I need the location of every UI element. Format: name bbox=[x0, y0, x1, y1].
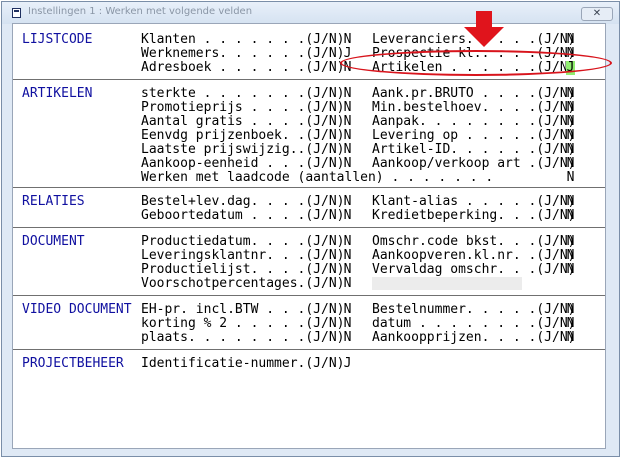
highlight-circle bbox=[340, 50, 612, 76]
field-value-bestel-lev-dag[interactable]: N bbox=[343, 195, 352, 209]
field-label-aank-pr-bruto: Aank.pr.BRUTO . . . .(J/N) bbox=[372, 86, 576, 101]
field-label-eh-pr-incl-btw: EH-pr. incl.BTW . . .(J/N) bbox=[141, 302, 345, 317]
section-divider bbox=[13, 349, 605, 350]
field-value-kredietbeperking[interactable]: N bbox=[566, 209, 575, 223]
field-label-laatste-prijswijzig: Laatste prijswijzig..(J/N) bbox=[141, 142, 345, 157]
section-divider bbox=[13, 295, 605, 296]
field-label-bestelnummer: Bestelnummer. . . . .(J/N) bbox=[372, 302, 576, 317]
section-divider bbox=[13, 79, 605, 80]
field-label-werken-met-laadcode: Werken met laadcode (aantallen) . . . . … bbox=[141, 170, 494, 185]
field-label-geboortedatum: Geboortedatum . . . .(J/N) bbox=[141, 208, 345, 223]
field-label-klanten: Klanten . . . . . . .(J/N) bbox=[141, 32, 345, 47]
window-title: Instellingen 1 : Werken met volgende vel… bbox=[28, 6, 253, 17]
field-value-korting-2[interactable]: N bbox=[343, 317, 352, 331]
field-value-promotieprijs[interactable]: N bbox=[343, 101, 352, 115]
field-value-aantal-gratis[interactable]: N bbox=[343, 115, 352, 129]
field-value-voorschotpercentages[interactable]: N bbox=[343, 277, 352, 291]
field-label-adresboek: Adresboek . . . . . .(J/N) bbox=[141, 60, 345, 75]
field-value-aanpak[interactable]: N bbox=[566, 115, 575, 129]
field-label-aantal-gratis: Aantal gratis . . . .(J/N) bbox=[141, 114, 345, 129]
section-divider bbox=[13, 187, 605, 188]
field-value-min-bestelhoev[interactable]: N bbox=[566, 101, 575, 115]
field-value-werken-met-laadcode[interactable]: N bbox=[566, 171, 575, 185]
section-relaties: RELATIES bbox=[22, 194, 85, 209]
field-value-aankoop-verkoop-art[interactable]: N bbox=[566, 157, 575, 171]
field-label-aankoopprijzen: Aankoopprijzen. . . .(J/N) bbox=[372, 330, 576, 345]
field-label-vervaldag-omschr: Vervaldag omschr. . .(J/N) bbox=[372, 262, 576, 277]
field-label-productiedatum: Productiedatum. . . .(J/N) bbox=[141, 234, 345, 249]
field-label-omschr-code-bkst: Omschr.code bkst. . .(J/N) bbox=[372, 234, 576, 249]
field-label-aankoop-verkoop-art: Aankoop/verkoop art .(J/N) bbox=[372, 156, 576, 171]
field-value-bestelnummer[interactable]: N bbox=[566, 303, 575, 317]
section-video-document: VIDEO DOCUMENT bbox=[22, 302, 132, 317]
field-value-geboortedatum[interactable]: N bbox=[343, 209, 352, 223]
field-value-productiedatum[interactable]: N bbox=[343, 235, 352, 249]
field-label-levering-op: Levering op . . . . .(J/N) bbox=[372, 128, 576, 143]
field-label-voorschotpercentages: Voorschotpercentages.(J/N) bbox=[141, 276, 345, 291]
field-value-aankoop-eenheid[interactable]: N bbox=[343, 157, 352, 171]
field-value-vervaldag-omschr[interactable]: N bbox=[566, 263, 575, 277]
field-label-identificatie-nummer: Identificatie-nummer.(J/N) bbox=[141, 356, 345, 371]
field-label-leveringsklantnr: Leveringsklantnr. . .(J/N) bbox=[141, 248, 345, 263]
field-label-promotieprijs: Promotieprijs . . . .(J/N) bbox=[141, 100, 345, 115]
field-value-leveringsklantnr[interactable]: N bbox=[343, 249, 352, 263]
field-label-kredietbeperking: Kredietbeperking. . .(J/N) bbox=[372, 208, 576, 223]
field-value-identificatie-nummer[interactable]: J bbox=[343, 357, 352, 371]
field-label-bestel-lev-dag: Bestel+lev.dag. . . .(J/N) bbox=[141, 194, 345, 209]
field-value-levering-op[interactable]: N bbox=[566, 129, 575, 143]
field-label-artikel-id: Artikel-ID. . . . . .(J/N) bbox=[372, 142, 576, 157]
field-value-klant-alias[interactable]: N bbox=[566, 195, 575, 209]
field-label-aankoopveren-kl-nr: Aankoopveren.kl.nr. .(J/N) bbox=[372, 248, 576, 263]
field-value-omschr-code-bkst[interactable]: N bbox=[566, 235, 575, 249]
field-value-laatste-prijswijzig[interactable]: N bbox=[343, 143, 352, 157]
field-value-productielijst[interactable]: N bbox=[343, 263, 352, 277]
section-divider bbox=[13, 227, 605, 228]
field-label-datum: datum . . . . . . . .(J/N) bbox=[372, 316, 576, 331]
field-label-sterkte: sterkte . . . . . . .(J/N) bbox=[141, 86, 345, 101]
section-projectbeheer: PROJECTBEHEER bbox=[22, 356, 124, 371]
field-label-plaats: plaats. . . . . . . .(J/N) bbox=[141, 330, 345, 345]
field-label-aankoop-eenheid: Aankoop-eenheid . . .(J/N) bbox=[141, 156, 345, 171]
field-value-plaats[interactable]: N bbox=[343, 331, 352, 345]
field-value-aankoopprijzen[interactable]: N bbox=[566, 331, 575, 345]
field-value-datum[interactable]: N bbox=[566, 317, 575, 331]
window-icon bbox=[12, 8, 21, 18]
terminal-screen: LIJSTCODE Klanten . . . . . . .(J/N) N W… bbox=[12, 23, 606, 449]
field-value-aank-pr-bruto[interactable]: N bbox=[566, 87, 575, 101]
close-button[interactable]: ✕ bbox=[581, 7, 613, 21]
field-label-eenvdg-prijzenboek: Eenvdg prijzenboek. .(J/N) bbox=[141, 128, 345, 143]
title-bar: Instellingen 1 : Werken met volgende vel… bbox=[2, 2, 619, 24]
field-value-leveranciers[interactable]: N bbox=[566, 33, 575, 47]
field-value-eenvdg-prijzenboek[interactable]: N bbox=[343, 129, 352, 143]
field-value-eh-pr-incl-btw[interactable]: N bbox=[343, 303, 352, 317]
red-arrow-icon bbox=[464, 11, 504, 47]
field-label-korting-2: korting % 2 . . . . .(J/N) bbox=[141, 316, 345, 331]
field-label-productielijst: Productielijst. . . .(J/N) bbox=[141, 262, 345, 277]
field-value-aankoopveren-kl-nr[interactable]: N bbox=[566, 249, 575, 263]
field-value-klanten[interactable]: N bbox=[343, 33, 352, 47]
field-label-aanpak: Aanpak. . . . . . . .(J/N) bbox=[372, 114, 576, 129]
field-label-werknemers: Werknemers. . . . . .(J/N) bbox=[141, 46, 345, 61]
section-lijstcode: LIJSTCODE bbox=[22, 32, 93, 47]
field-label-klant-alias: Klant-alias . . . . .(J/N) bbox=[372, 194, 576, 209]
section-document: DOCUMENT bbox=[22, 234, 85, 249]
field-value-sterkte[interactable]: N bbox=[343, 87, 352, 101]
empty-field bbox=[372, 277, 522, 290]
field-value-artikel-id[interactable]: N bbox=[566, 143, 575, 157]
settings-window: Instellingen 1 : Werken met volgende vel… bbox=[1, 1, 620, 457]
field-label-min-bestelhoev: Min.bestelhoev. . . .(J/N) bbox=[372, 100, 576, 115]
section-artikelen: ARTIKELEN bbox=[22, 86, 93, 101]
